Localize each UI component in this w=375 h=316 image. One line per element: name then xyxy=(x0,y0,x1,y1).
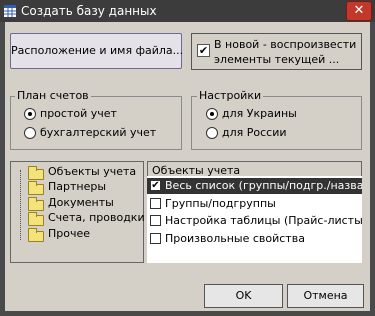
settings-title: Настройки xyxy=(197,89,264,102)
radio-russia[interactable] xyxy=(206,127,218,139)
object-row-table-settings[interactable]: Настройка таблицы (Прайс-листы, С xyxy=(147,213,362,229)
object-label: Группы/подгруппы xyxy=(165,197,276,210)
close-icon: ✕ xyxy=(353,3,365,18)
cancel-button[interactable]: Отмена xyxy=(287,284,364,308)
folder-icon xyxy=(28,197,44,211)
object-label: Весь список (группы/подгр./названия xyxy=(165,179,362,192)
radio-ukraine[interactable] xyxy=(206,108,218,120)
new-playback-label[interactable]: В новой - воспроизвести элементы текущей… xyxy=(214,37,356,67)
app-database-icon xyxy=(4,5,16,17)
new-playback-line1: В новой - воспроизвести xyxy=(214,38,357,51)
window-frame-bottom xyxy=(0,311,375,316)
ok-button[interactable]: OK xyxy=(204,284,283,308)
checkmark-icon: ✔ xyxy=(198,44,209,57)
new-playback-line2: элементы текущей ... xyxy=(214,53,340,66)
chart-of-accounts-title: План счетов xyxy=(15,89,91,102)
object-checkbox[interactable]: ✔ xyxy=(150,180,161,191)
object-checkbox[interactable] xyxy=(150,233,161,244)
tree-item-label: Документы xyxy=(48,196,114,209)
option-ukraine-label[interactable]: для Украины xyxy=(222,107,297,120)
option-bookkeeping-accounting-label[interactable]: бухгалтерский учет xyxy=(40,126,156,139)
folder-icon xyxy=(28,181,44,195)
object-row-groups[interactable]: Группы/подгруппы xyxy=(147,196,362,212)
radio-bookkeeping-accounting[interactable] xyxy=(24,127,36,139)
folder-icon xyxy=(28,212,44,226)
object-checkbox[interactable] xyxy=(150,215,161,226)
tree-item-label: Счета, проводки xyxy=(48,211,145,224)
tree-item-label: Прочее xyxy=(48,227,91,240)
objects-list: ✔ Весь список (группы/подгр./названия Гр… xyxy=(147,176,362,263)
object-label: Настройка таблицы (Прайс-листы, С xyxy=(165,214,362,227)
tree-connector xyxy=(20,170,21,240)
folder-icon xyxy=(28,228,44,242)
object-label: Произвольные свойства xyxy=(165,232,305,245)
option-simple-accounting-label[interactable]: простой учет xyxy=(40,107,117,120)
title-bar: Создать базу данных ✕ xyxy=(0,0,375,22)
close-button[interactable]: ✕ xyxy=(346,1,372,21)
object-row-custom-properties[interactable]: Произвольные свойства xyxy=(147,231,362,247)
chart-of-accounts-group xyxy=(10,96,182,150)
radio-simple-accounting[interactable] xyxy=(24,108,36,120)
window-frame-left xyxy=(0,22,5,316)
window-frame-right xyxy=(370,22,375,316)
object-checkbox[interactable] xyxy=(150,198,161,209)
option-russia-label[interactable]: для России xyxy=(222,126,287,139)
tree-item-label: Объекты учета xyxy=(48,165,137,178)
folder-icon xyxy=(28,166,44,180)
location-filename-button[interactable]: Расположение и имя файла... xyxy=(10,33,183,69)
object-row-full-list[interactable]: ✔ Весь список (группы/подгр./названия xyxy=(147,178,362,194)
new-playback-checkbox[interactable]: ✔ xyxy=(197,44,210,57)
settings-group xyxy=(191,96,362,150)
window-title: Создать базу данных xyxy=(21,4,157,18)
tree-item-label: Партнеры xyxy=(48,180,107,193)
